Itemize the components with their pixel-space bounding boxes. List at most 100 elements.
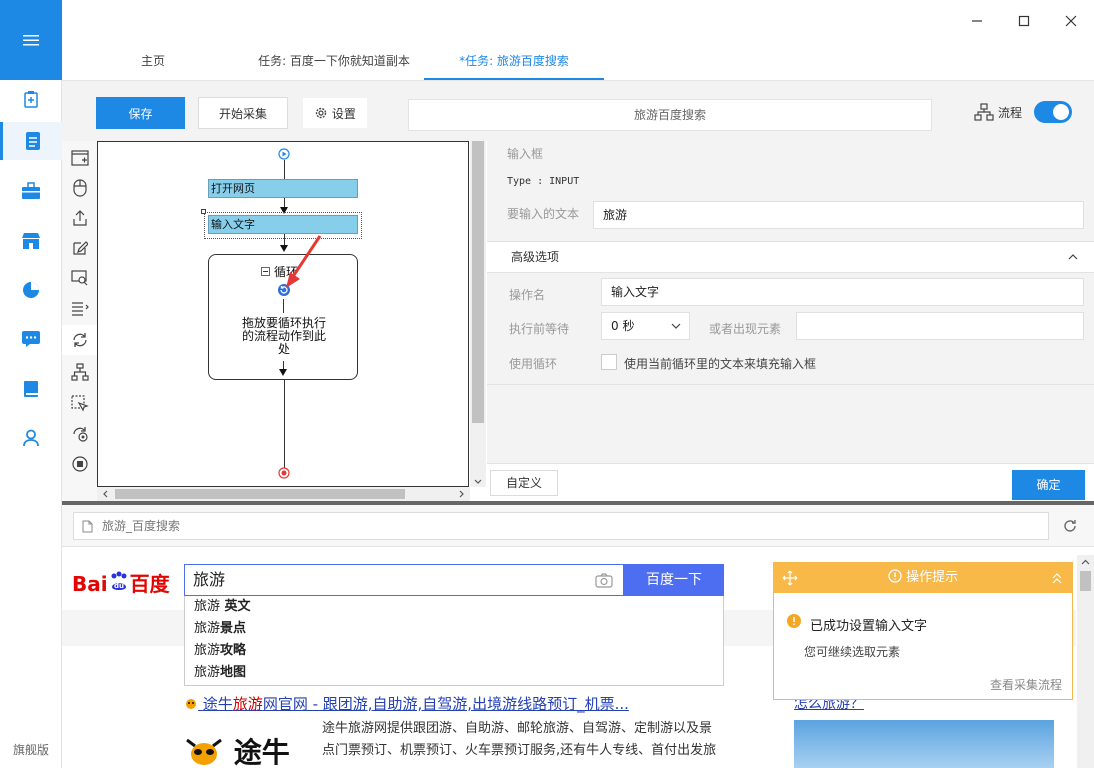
settings-label: 设置 <box>331 107 356 121</box>
tip-message: 已成功设置输入文字 <box>810 619 928 634</box>
branch-tool-icon[interactable] <box>62 357 97 387</box>
collapse-icon[interactable] <box>261 267 270 276</box>
chevron-right-icon[interactable] <box>459 490 465 498</box>
tip-popup: 操作提示 已成功设置输入文字 您可继续选取元素 查看采集流程 <box>773 562 1073 700</box>
baidu-logo[interactable]: Bai du 百度 <box>72 568 170 597</box>
extract-tool-icon[interactable] <box>62 203 97 233</box>
new-task-icon[interactable] <box>0 80 62 118</box>
tip-header[interactable]: 操作提示 <box>774 563 1072 593</box>
cow-icon <box>186 738 222 765</box>
hamburger-icon <box>23 35 39 46</box>
text-input[interactable]: 旅游 <box>593 201 1084 229</box>
loop-tool-icon[interactable] <box>62 325 97 355</box>
loop-drop-hint: 拖放要循环执行的流程动作到此处 <box>241 316 326 356</box>
ok-button[interactable]: 确定 <box>1012 470 1085 500</box>
web-scrollbar[interactable] <box>1077 555 1094 768</box>
advanced-options-header[interactable]: 高级选项 <box>487 241 1094 273</box>
flow-toggle-label: 流程 <box>974 103 1022 121</box>
open-page-node[interactable]: 打开网页 <box>208 179 358 198</box>
tool-palette <box>62 141 97 501</box>
add-page-tool-icon[interactable] <box>62 143 97 173</box>
canvas-vertical-scrollbar[interactable] <box>470 141 486 487</box>
address-field[interactable]: 旅游_百度搜索 <box>73 512 1049 540</box>
suggestion-item[interactable]: 旅游景点 <box>185 618 723 640</box>
tip-subtext: 您可继续选取元素 <box>804 645 901 659</box>
op-name-label: 操作名 <box>509 288 546 302</box>
start-node-icon <box>278 148 290 160</box>
collapse-up-icon[interactable] <box>1052 572 1062 584</box>
suggestion-item[interactable]: 旅游地图 <box>185 662 723 684</box>
op-name-input[interactable]: 输入文字 <box>601 278 1084 306</box>
svg-text:du: du <box>114 582 124 590</box>
selection-handle[interactable] <box>201 209 206 214</box>
hover-tool-icon[interactable] <box>62 389 97 419</box>
edition-label: 旗舰版 <box>12 743 49 757</box>
chevron-up-icon[interactable] <box>1068 253 1078 260</box>
baidu-search-button[interactable]: 百度一下 <box>624 564 724 596</box>
tuniu-logo[interactable]: 途牛 <box>184 731 290 768</box>
text-label: 要输入的文本 <box>507 207 580 221</box>
sidebar: 旗舰版 <box>0 0 62 768</box>
minimize-icon[interactable] <box>971 15 983 27</box>
chevron-left-icon[interactable] <box>102 490 108 498</box>
refresh-icon[interactable] <box>1062 518 1078 534</box>
stop-tool-icon[interactable] <box>62 449 97 479</box>
book-icon[interactable] <box>0 370 62 408</box>
tab-task-travel[interactable]: *任务: 旅游百度搜索 <box>424 42 604 80</box>
close-icon[interactable] <box>1065 15 1077 27</box>
captcha-tool-icon[interactable] <box>62 263 97 293</box>
use-loop-label: 使用循环 <box>509 357 558 371</box>
chart-icon[interactable] <box>0 271 62 309</box>
section-title: 输入框 <box>507 147 544 161</box>
info-icon <box>888 569 902 583</box>
result-description: 途牛旅游网提供跟团游、自助游、邮轮旅游、自驾游、定制游以及景点门票预订、机票预订… <box>322 721 717 758</box>
save-button[interactable]: 保存 <box>96 97 185 129</box>
tuniu-favicon-icon <box>186 699 196 709</box>
browser-bar: 旅游_百度搜索 <box>62 505 1094 547</box>
tab-task-copy[interactable]: 任务: 百度一下你就知道副本 <box>244 42 424 80</box>
window-controls <box>954 10 1094 32</box>
user-icon[interactable] <box>0 419 62 457</box>
click-tool-icon[interactable] <box>62 173 97 203</box>
wait-label: 执行前等待 <box>509 322 570 336</box>
travel-image[interactable] <box>794 720 1054 768</box>
baidu-search-input[interactable]: 旅游 <box>184 564 624 596</box>
suggestion-dropdown: 旅游 英文 旅游景点 旅游攻略 旅游地图 <box>184 596 724 686</box>
gear-icon <box>315 107 327 119</box>
custom-button[interactable]: 自定义 <box>490 470 558 496</box>
select-tool-icon[interactable] <box>62 293 97 323</box>
refresh-tool-icon[interactable] <box>62 419 97 449</box>
canvas-horizontal-scrollbar[interactable] <box>97 487 470 501</box>
result-title-link[interactable]: 途牛旅游网官网 - 跟团游,自助游,自驾游,出境游线路预订_机票... <box>184 693 629 714</box>
use-loop-checkbox-label: 使用当前循环里的文本来填充输入框 <box>624 357 817 371</box>
tab-bar: 主页 任务: 百度一下你就知道副本 *任务: 旅游百度搜索 <box>62 42 1094 80</box>
start-collect-button[interactable]: 开始采集 <box>198 97 288 129</box>
tasks-icon[interactable] <box>0 122 62 160</box>
use-loop-checkbox[interactable] <box>601 354 617 370</box>
input-tool-icon[interactable] <box>62 233 97 263</box>
or-element-input[interactable] <box>796 312 1084 340</box>
market-icon[interactable] <box>0 222 62 260</box>
chevron-down-icon <box>671 323 681 329</box>
flow-canvas[interactable]: 打开网页 输入文字 循环 拖放要循环执行的流程动作到此处 <box>97 141 469 487</box>
maximize-icon[interactable] <box>1018 15 1030 27</box>
flow-toggle[interactable] <box>1034 101 1072 123</box>
chevron-down-icon[interactable] <box>474 479 482 485</box>
suggestion-item[interactable]: 旅游攻略 <box>185 640 723 662</box>
annotation-arrow <box>286 235 322 288</box>
settings-button[interactable]: 设置 <box>302 97 368 129</box>
properties-footer: 自定义 确定 <box>487 463 1094 501</box>
task-name-field[interactable]: 旅游百度搜索 <box>408 99 932 131</box>
tip-title: 操作提示 <box>774 563 1072 593</box>
paw-icon: du <box>108 571 130 591</box>
wait-select[interactable]: 0 秒 <box>601 312 690 340</box>
suggestion-item[interactable]: 旅游 英文 <box>185 596 723 618</box>
tab-home[interactable]: 主页 <box>62 42 244 80</box>
message-icon[interactable] <box>0 320 62 358</box>
camera-icon[interactable] <box>595 573 613 588</box>
chevron-up-icon[interactable] <box>1081 559 1090 565</box>
toolbox-icon[interactable] <box>0 172 62 210</box>
menu-button[interactable] <box>0 0 62 80</box>
alert-icon <box>787 614 801 628</box>
view-flow-link[interactable]: 查看采集流程 <box>990 676 1062 693</box>
